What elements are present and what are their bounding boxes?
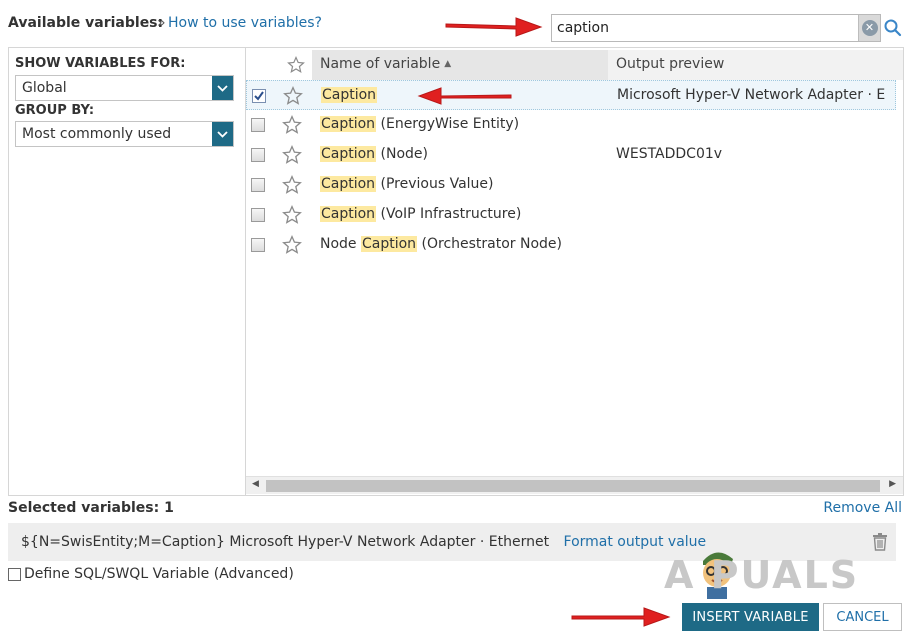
- match-highlight: Caption: [320, 116, 377, 132]
- output-preview: WESTADDC01v: [616, 146, 723, 162]
- format-output-value-link[interactable]: Format output value: [564, 534, 707, 550]
- search-icon[interactable]: [883, 18, 903, 38]
- table-row[interactable]: Caption (EnergyWise Entity): [246, 110, 896, 140]
- table-row[interactable]: Caption Microsoft Hyper-V Network Adapte…: [246, 80, 896, 110]
- trash-icon[interactable]: [872, 533, 888, 551]
- match-highlight: Caption: [320, 176, 377, 192]
- table-row[interactable]: Caption (Node) WESTADDC01v: [246, 140, 896, 170]
- variable-name: Caption (Previous Value): [320, 176, 494, 192]
- grid-header: Name of variable ▲ Output preview: [246, 50, 903, 80]
- variables-grid: Name of variable ▲ Output preview Caption…: [246, 47, 904, 496]
- output-preview: Microsoft Hyper-V Network Adapter · E: [617, 87, 886, 103]
- column-header-name-label: Name of variable: [320, 56, 441, 72]
- clear-icon: ✕: [861, 20, 878, 36]
- filter-panel: SHOW VARIABLES FOR: Global GROUP BY: Mos…: [8, 47, 246, 496]
- clear-search-button[interactable]: ✕: [858, 15, 880, 41]
- variable-preview: Microsoft Hyper-V Network Adapter · Ethe…: [229, 534, 550, 550]
- show-variables-for-value: Global: [22, 80, 67, 96]
- sort-ascending-icon: ▲: [444, 59, 452, 69]
- define-sql-label: Define SQL/SWQL Variable (Advanced): [24, 566, 294, 582]
- row-checkbox[interactable]: [251, 238, 265, 252]
- row-checkbox[interactable]: [251, 118, 265, 132]
- favorite-column-header[interactable]: [281, 50, 311, 80]
- define-sql-checkbox[interactable]: [8, 567, 21, 581]
- column-header-output[interactable]: Output preview: [608, 50, 903, 80]
- remove-all-link[interactable]: Remove All: [823, 500, 902, 516]
- annotation-arrow-caption: [417, 87, 512, 105]
- table-row[interactable]: Node Caption (Orchestrator Node): [246, 230, 896, 260]
- row-checkbox[interactable]: [251, 148, 265, 162]
- horizontal-scrollbar[interactable]: ◀ ▶: [246, 476, 903, 494]
- available-variables-title: Available variables:: [8, 15, 164, 31]
- group-by-select[interactable]: Most commonly used: [15, 121, 234, 147]
- star-icon[interactable]: [282, 235, 302, 255]
- chevron-down-icon: [212, 122, 233, 146]
- show-variables-for-label: SHOW VARIABLES FOR:: [15, 56, 186, 71]
- breadcrumb-separator: »: [157, 15, 166, 31]
- cancel-button[interactable]: CANCEL: [823, 603, 902, 631]
- match-highlight: Caption: [320, 146, 377, 162]
- scroll-left-icon[interactable]: ◀: [252, 479, 259, 489]
- annotation-arrow-insert: [571, 607, 671, 627]
- variable-expression: ${N=SwisEntity;M=Caption}: [21, 534, 225, 550]
- row-checkbox[interactable]: [251, 208, 265, 222]
- star-icon: [287, 56, 305, 73]
- column-header-name[interactable]: Name of variable ▲: [312, 50, 608, 80]
- star-icon[interactable]: [283, 86, 303, 106]
- match-highlight: Caption: [320, 206, 377, 222]
- scroll-right-icon[interactable]: ▶: [889, 479, 896, 489]
- define-sql-variable-option[interactable]: Define SQL/SWQL Variable (Advanced): [8, 566, 294, 582]
- match-highlight: Caption: [361, 236, 418, 252]
- appuals-watermark: A PUALS: [664, 553, 860, 597]
- variable-name: Caption: [321, 87, 378, 103]
- scrollbar-thumb[interactable]: [266, 480, 880, 492]
- star-icon[interactable]: [282, 205, 302, 225]
- variable-name: Caption (EnergyWise Entity): [320, 116, 520, 132]
- search-input[interactable]: [552, 15, 860, 41]
- row-checkbox[interactable]: [252, 89, 266, 103]
- star-icon[interactable]: [282, 175, 302, 195]
- star-icon[interactable]: [282, 115, 302, 135]
- how-to-use-variables-link[interactable]: How to use variables?: [168, 15, 322, 31]
- search-box: ✕: [551, 14, 881, 42]
- table-row[interactable]: Caption (Previous Value): [246, 170, 896, 200]
- table-row[interactable]: Caption (VoIP Infrastructure): [246, 200, 896, 230]
- annotation-arrow-search: [445, 17, 543, 37]
- group-by-label: GROUP BY:: [15, 103, 95, 118]
- group-by-value: Most commonly used: [22, 126, 172, 142]
- selected-variable-text: ${N=SwisEntity;M=Caption} Microsoft Hype…: [21, 534, 706, 550]
- chevron-down-icon: [212, 76, 233, 100]
- variable-name: Caption (Node): [320, 146, 428, 162]
- match-highlight: Caption: [321, 87, 378, 103]
- variable-name: Node Caption (Orchestrator Node): [320, 236, 563, 252]
- variable-name: Caption (VoIP Infrastructure): [320, 206, 522, 222]
- selected-variables-title: Selected variables: 1: [8, 500, 174, 516]
- insert-variable-button[interactable]: INSERT VARIABLE: [682, 603, 819, 631]
- row-checkbox[interactable]: [251, 178, 265, 192]
- show-variables-for-select[interactable]: Global: [15, 75, 234, 101]
- star-icon[interactable]: [282, 145, 302, 165]
